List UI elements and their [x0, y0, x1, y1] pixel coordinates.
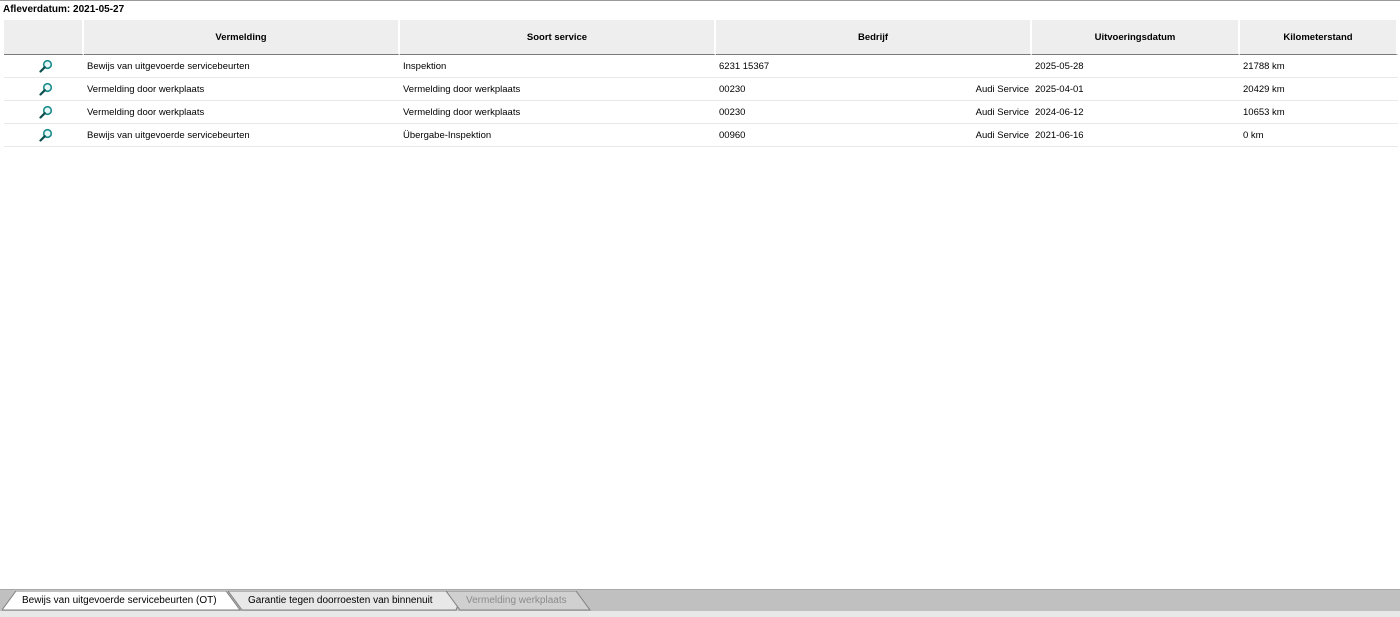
tab-garantie-doorroesten[interactable]: Garantie tegen doorroesten van binnenuit [228, 591, 465, 611]
table-row[interactable]: Vermelding door werkplaats Vermelding do… [4, 101, 1398, 124]
company-code: 00230 [719, 106, 746, 118]
magnifier-icon[interactable] [38, 82, 53, 96]
column-header-soort-service[interactable]: Soort service [400, 20, 716, 55]
service-history-table: Vermelding Soort service Bedrijf Uitvoer… [4, 20, 1398, 147]
magnifier-icon[interactable] [38, 105, 53, 119]
cell-uitvoeringsdatum: 2024-06-12 [1032, 101, 1240, 124]
tab-bar: Bewijs van uitgevoerde servicebeurten (O… [0, 589, 1400, 612]
company-code: 00230 [719, 83, 746, 95]
delivery-date-label: Afleverdatum: 2021-05-27 [3, 4, 125, 15]
company-name: Audi Service [975, 106, 1029, 118]
cell-soort-service: Inspektion [400, 55, 716, 78]
magnifier-icon[interactable] [38, 128, 53, 142]
service-history-window: Afleverdatum: 2021-05-27 Vermelding Soor… [0, 0, 1400, 617]
tab-bar-bottom [0, 611, 1400, 617]
cell-bedrijf: 00230 Audi Service [716, 78, 1032, 101]
company-code: 00960 [719, 129, 746, 141]
cell-kilometerstand: 0 km [1240, 124, 1398, 147]
cell-bedrijf: 00230 Audi Service [716, 101, 1032, 124]
tab-bewijs-servicebeurten[interactable]: Bewijs van uitgevoerde servicebeurten (O… [2, 591, 241, 611]
cell-vermelding: Vermelding door werkplaats [84, 101, 400, 124]
table-row[interactable]: Bewijs van uitgevoerde servicebeurten In… [4, 55, 1398, 78]
cell-kilometerstand: 21788 km [1240, 55, 1398, 78]
tab-label: Garantie tegen doorroesten van binnenuit [248, 595, 433, 606]
cell-vermelding: Vermelding door werkplaats [84, 78, 400, 101]
table-row[interactable]: Vermelding door werkplaats Vermelding do… [4, 78, 1398, 101]
cell-uitvoeringsdatum: 2025-05-28 [1032, 55, 1240, 78]
row-icon-cell[interactable] [4, 124, 84, 147]
column-header-icon [4, 20, 84, 55]
cell-bedrijf: 00960 Audi Service [716, 124, 1032, 147]
column-header-kilometerstand[interactable]: Kilometerstand [1240, 20, 1398, 55]
row-icon-cell[interactable] [4, 55, 84, 78]
cell-kilometerstand: 10653 km [1240, 101, 1398, 124]
cell-uitvoeringsdatum: 2021-06-16 [1032, 124, 1240, 147]
column-header-uitvoeringsdatum[interactable]: Uitvoeringsdatum [1032, 20, 1240, 55]
company-name: Audi Service [975, 129, 1029, 141]
magnifier-icon[interactable] [38, 59, 53, 73]
company-name: Audi Service [975, 83, 1029, 95]
column-header-vermelding[interactable]: Vermelding [84, 20, 400, 55]
tab-label: Bewijs van uitgevoerde servicebeurten (O… [22, 595, 217, 606]
cell-uitvoeringsdatum: 2025-04-01 [1032, 78, 1240, 101]
table-row[interactable]: Bewijs van uitgevoerde servicebeurten Üb… [4, 124, 1398, 147]
cell-soort-service: Übergabe-Inspektion [400, 124, 716, 147]
column-header-bedrijf[interactable]: Bedrijf [716, 20, 1032, 55]
row-icon-cell[interactable] [4, 78, 84, 101]
tab-label: Vermelding werkplaats [466, 595, 567, 606]
table-header-row: Vermelding Soort service Bedrijf Uitvoer… [4, 20, 1398, 55]
cell-soort-service: Vermelding door werkplaats [400, 101, 716, 124]
cell-vermelding: Bewijs van uitgevoerde servicebeurten [84, 124, 400, 147]
cell-kilometerstand: 20429 km [1240, 78, 1398, 101]
company-code: 6231 15367 [719, 60, 770, 72]
cell-vermelding: Bewijs van uitgevoerde servicebeurten [84, 55, 400, 78]
tab-vermelding-werkplaats[interactable]: Vermelding werkplaats [446, 591, 592, 611]
cell-bedrijf: 6231 15367 [716, 55, 1032, 78]
cell-soort-service: Vermelding door werkplaats [400, 78, 716, 101]
row-icon-cell[interactable] [4, 101, 84, 124]
